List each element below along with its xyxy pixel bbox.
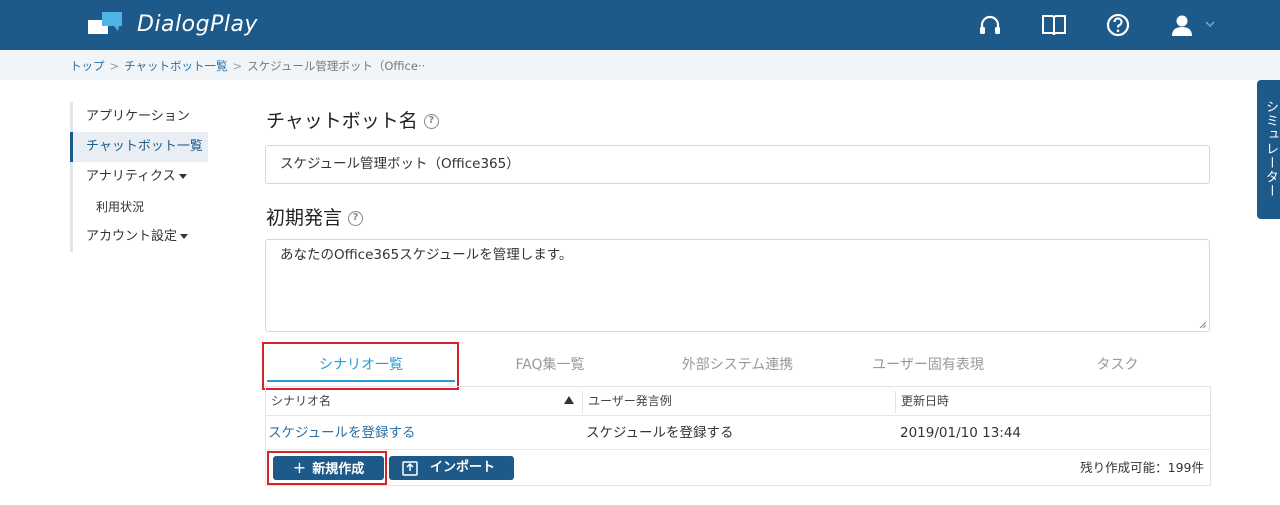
user-icon[interactable] [1169, 12, 1195, 38]
breadcrumb-top[interactable]: トップ [70, 59, 105, 73]
row-divider [266, 449, 1210, 450]
greeting-text: あなたのOffice365スケジュールを管理します。 [280, 247, 573, 263]
headset-icon[interactable] [977, 12, 1003, 38]
table-row-user-utterance: スケジュールを登録する [586, 425, 734, 441]
column-header-updated-at[interactable]: 更新日時 [896, 387, 1196, 415]
import-button[interactable]: インポート [389, 456, 514, 480]
sidebar-item-usage[interactable]: 利用状況 [70, 192, 220, 222]
scenario-table: シナリオ名 ユーザー発言例 更新日時 スケジュールを登録する スケジュールを登録… [265, 386, 1211, 486]
caret-down-icon [180, 234, 189, 239]
sort-ascending-icon[interactable] [564, 396, 574, 404]
scenario-link[interactable]: スケジュールを登録する [268, 425, 416, 441]
sidebar-item-label: アナリティクス [86, 169, 176, 184]
resize-handle-icon[interactable] [1199, 321, 1207, 329]
breadcrumb-bar: トップ > チャットボット一覧 > スケジュール管理ボット（Office·· [0, 50, 1280, 80]
tab-tasks[interactable]: タスク [1025, 346, 1210, 386]
logo-icon [88, 12, 122, 34]
greeting-heading: 初期発言? [266, 203, 364, 230]
column-header-scenario-name[interactable]: シナリオ名 [266, 387, 576, 415]
help-icon[interactable]: ? [348, 211, 364, 226]
chatbot-name-field[interactable]: スケジュール管理ボット（Office365） [265, 145, 1210, 184]
help-icon[interactable]: ? [423, 114, 439, 129]
highlight-box [262, 342, 459, 390]
breadcrumb-chatbot-list[interactable]: チャットボット一覧 [124, 59, 227, 73]
simulator-label: シミュレーター [1263, 100, 1278, 198]
chatbot-name-heading: チャットボット名? [266, 106, 439, 133]
column-header-user-utterance[interactable]: ユーザー発言例 [583, 387, 893, 415]
breadcrumb-separator: > [232, 59, 243, 73]
breadcrumb-current: スケジュール管理ボット（Office·· [247, 59, 426, 73]
tab-faq-list[interactable]: FAQ集一覧 [460, 346, 640, 386]
import-icon [402, 461, 418, 476]
greeting-label: 初期発言 [266, 207, 343, 229]
remaining-count: 残り作成可能：199件 [1080, 460, 1204, 475]
top-header: DialogPlay [0, 0, 1280, 50]
sidebar-item-account-settings[interactable]: アカウント設定 [70, 222, 220, 252]
highlight-box [267, 451, 387, 485]
sidebar-item-analytics[interactable]: アナリティクス [70, 162, 220, 192]
tab-external-integration[interactable]: 外部システム連携 [645, 346, 830, 386]
greeting-textarea[interactable]: あなたのOffice365スケジュールを管理します。 [265, 239, 1210, 332]
tab-user-entities[interactable]: ユーザー固有表現 [833, 346, 1023, 386]
import-button-label: インポート [429, 460, 495, 475]
book-icon[interactable] [1041, 12, 1067, 38]
sidebar: アプリケーション チャットボット一覧 アナリティクス 利用状況 アカウント設定 [70, 102, 220, 252]
breadcrumb-separator: > [109, 59, 120, 73]
sidebar-item-label: アカウント設定 [86, 229, 178, 244]
help-icon[interactable] [1105, 12, 1131, 38]
breadcrumb: トップ > チャットボット一覧 > スケジュール管理ボット（Office·· [70, 58, 425, 74]
simulator-tab[interactable]: シミュレーター [1257, 80, 1280, 219]
row-divider [266, 415, 1210, 416]
chatbot-name-label: チャットボット名 [266, 110, 418, 132]
table-row-updated-at: 2019/01/10 13:44 [900, 425, 1022, 441]
brand-name[interactable]: DialogPlay [137, 12, 258, 37]
chevron-down-icon[interactable] [1204, 18, 1216, 30]
table-row-scenario-name: スケジュールを登録する [268, 417, 416, 449]
sidebar-item-chatbot-list[interactable]: チャットボット一覧 [70, 132, 208, 162]
sidebar-item-applications[interactable]: アプリケーション [70, 102, 220, 132]
caret-down-icon [178, 174, 187, 179]
